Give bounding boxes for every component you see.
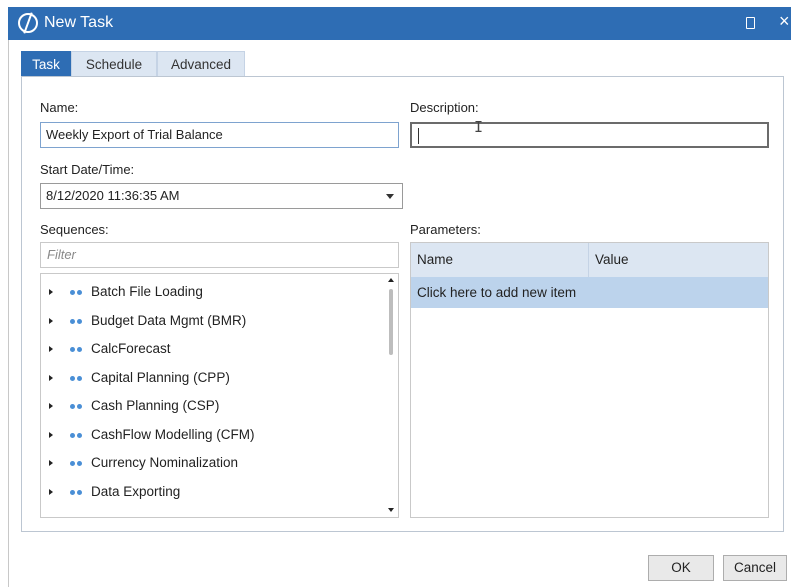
expand-arrow-icon[interactable] — [49, 460, 53, 466]
expand-arrow-icon[interactable] — [49, 317, 53, 324]
start-datetime-select[interactable]: 8/12/2020 11:36:35 AM — [40, 183, 403, 209]
column-header-value[interactable]: Value — [589, 243, 768, 277]
sequence-dots-icon — [70, 489, 84, 495]
expand-arrow-icon[interactable] — [49, 346, 53, 352]
parameters-grid: Name Value Click here to add new item — [410, 242, 769, 518]
scrollbar-thumb[interactable] — [389, 289, 393, 355]
expand-arrow-icon[interactable] — [49, 488, 53, 495]
sequence-item-label: Batch File Loading — [91, 284, 203, 299]
expand-arrow-icon[interactable] — [49, 374, 53, 381]
sequence-dots-icon — [70, 290, 84, 295]
sequences-label: Sequences: — [40, 222, 109, 237]
sequence-dots-icon — [70, 461, 84, 466]
description-field[interactable] — [410, 122, 769, 148]
expand-arrow-icon[interactable] — [49, 289, 53, 295]
column-header-name[interactable]: Name — [411, 243, 589, 277]
sequence-item-label: CalcForecast — [91, 341, 171, 356]
sequence-dots-icon — [70, 432, 84, 438]
sequence-item-label: Budget Data Mgmt (BMR) — [91, 312, 247, 328]
expand-arrow-icon[interactable] — [49, 403, 53, 409]
sequence-dots-icon — [70, 404, 84, 409]
add-new-item-row[interactable]: Click here to add new item — [411, 277, 768, 308]
ok-button[interactable]: OK — [648, 555, 714, 581]
expand-arrow-icon[interactable] — [49, 431, 53, 438]
window-title: New Task — [44, 14, 114, 31]
sequence-item-label: Currency Nominalization — [91, 455, 239, 470]
text-caret — [418, 128, 419, 144]
name-label: Name: — [40, 100, 79, 115]
start-datetime-value: 8/12/2020 11:36:35 AM — [46, 188, 180, 203]
restore-icon[interactable] — [746, 17, 755, 29]
window-border — [8, 40, 9, 587]
cancel-button[interactable]: Cancel — [723, 555, 787, 581]
scroll-down-icon[interactable] — [388, 508, 394, 512]
sequence-filter-input[interactable]: Filter — [40, 242, 399, 268]
parameters-header: Name Value — [411, 243, 768, 278]
dropdown-arrow-icon[interactable] — [386, 194, 394, 199]
sequence-dots-icon — [70, 318, 84, 324]
name-field[interactable]: Weekly Export of Trial Balance — [40, 122, 399, 148]
sequence-item-label: CashFlow Modelling (CFM) — [91, 426, 255, 442]
tab-advanced[interactable]: Advanced — [157, 51, 245, 77]
sequence-dots-icon — [70, 347, 84, 352]
sequence-dots-icon — [70, 375, 84, 381]
title-bar: New Task × — [8, 7, 791, 40]
scroll-up-icon[interactable] — [388, 278, 394, 282]
parameters-label: Parameters: — [410, 222, 481, 237]
description-label: Description: — [410, 100, 479, 115]
text-cursor-icon: I — [474, 118, 484, 136]
start-datetime-label: Start Date/Time: — [40, 162, 135, 177]
tab-schedule[interactable]: Schedule — [71, 51, 157, 77]
sequence-item-label: Cash Planning (CSP) — [91, 398, 220, 413]
sequences-scrollbar[interactable] — [387, 277, 396, 515]
sequences-tree: Batch File Loading Budget Data Mgmt (BMR… — [40, 273, 399, 518]
app-logo-icon — [18, 13, 38, 33]
tab-task[interactable]: Task — [21, 51, 71, 77]
close-icon[interactable]: × — [779, 11, 790, 32]
sequence-item-label: Capital Planning (CPP) — [91, 369, 230, 385]
sequence-item-label: Data Exporting — [91, 483, 181, 499]
